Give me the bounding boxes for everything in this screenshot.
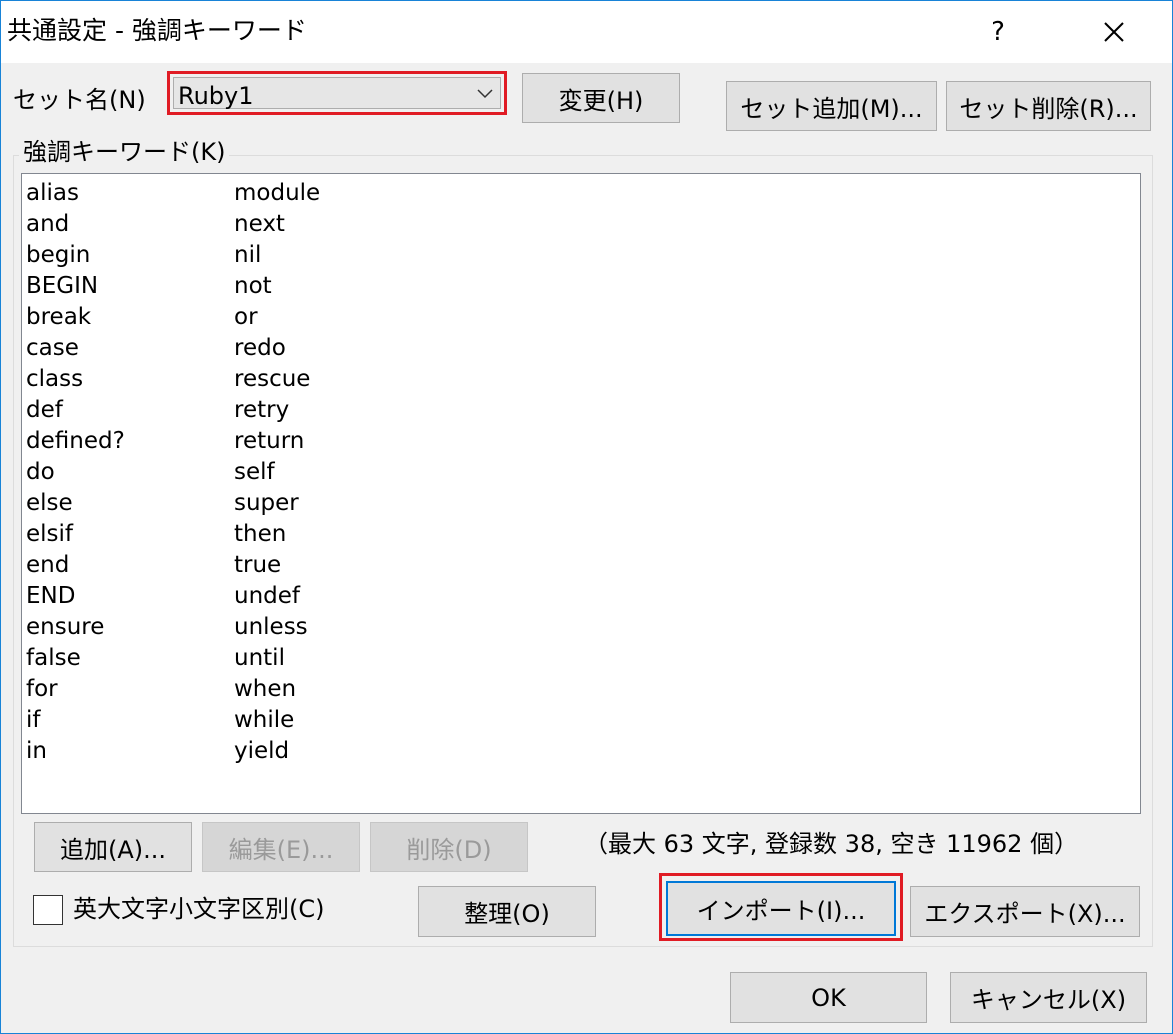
keyword-item[interactable]: true <box>234 550 320 581</box>
delete-keyword-button[interactable]: 削除(D) <box>370 822 528 872</box>
delete-set-button[interactable]: セット削除(R)... <box>946 81 1151 131</box>
keyword-group-label: 強調キーワード(K) <box>19 136 230 168</box>
keyword-item[interactable]: unless <box>234 612 320 643</box>
keyword-column-1: alias and begin BEGIN break case class def defin… <box>26 178 125 767</box>
keyword-item[interactable]: for <box>26 674 125 705</box>
keyword-item[interactable]: then <box>234 519 320 550</box>
case-sensitive-label[interactable]: 英大文字小文字区別(C) <box>73 894 324 924</box>
window-title: 共通設定 - 強調キーワード <box>7 16 307 45</box>
import-button[interactable]: インポート(I)... <box>666 881 896 936</box>
keyword-item[interactable]: yield <box>234 736 320 767</box>
ok-button[interactable]: OK <box>730 972 927 1023</box>
title-bar: 共通設定 - 強調キーワード ? <box>1 1 1172 63</box>
set-name-label: セット名(N) <box>13 86 146 114</box>
close-button[interactable] <box>1079 1 1149 63</box>
cancel-button[interactable]: キャンセル(X) <box>950 972 1147 1023</box>
help-button[interactable]: ? <box>963 1 1033 63</box>
keyword-item[interactable]: ensure <box>26 612 125 643</box>
keyword-stats: （最大 63 文字, 登録数 38, 空き 11962 個） <box>584 830 1079 858</box>
keyword-item[interactable]: end <box>26 550 125 581</box>
export-button[interactable]: エクスポート(X)... <box>910 886 1140 937</box>
keyword-item[interactable]: in <box>26 736 125 767</box>
keyword-item[interactable]: self <box>234 457 320 488</box>
keyword-item[interactable]: defined? <box>26 426 125 457</box>
keyword-item[interactable]: undef <box>234 581 320 612</box>
keyword-item[interactable]: elsif <box>26 519 125 550</box>
keyword-item[interactable]: false <box>26 643 125 674</box>
keyword-item[interactable]: until <box>234 643 320 674</box>
keyword-item[interactable]: rescue <box>234 364 320 395</box>
add-set-button[interactable]: セット追加(M)... <box>726 81 937 131</box>
keyword-list[interactable]: alias and begin BEGIN break case class def defin… <box>21 173 1141 814</box>
set-name-value: Ruby1 <box>178 82 254 110</box>
edit-keyword-button[interactable]: 編集(E)... <box>202 822 360 872</box>
keyword-item[interactable]: else <box>26 488 125 519</box>
keyword-item[interactable]: if <box>26 705 125 736</box>
change-button[interactable]: 変更(H) <box>522 73 680 123</box>
keyword-item[interactable]: super <box>234 488 320 519</box>
keyword-column-2: module next nil not or redo rescue retry return s… <box>234 178 320 767</box>
set-name-dropdown[interactable]: Ruby1 <box>167 71 507 115</box>
keyword-item[interactable]: while <box>234 705 320 736</box>
keyword-item[interactable]: and <box>26 209 125 240</box>
keyword-item[interactable]: do <box>26 457 125 488</box>
keyword-item[interactable]: def <box>26 395 125 426</box>
close-icon <box>1104 22 1124 42</box>
keyword-item[interactable]: when <box>234 674 320 705</box>
keyword-item[interactable]: break <box>26 302 125 333</box>
keyword-item[interactable]: END <box>26 581 125 612</box>
keyword-item[interactable]: next <box>234 209 320 240</box>
keyword-item[interactable]: class <box>26 364 125 395</box>
case-sensitive-checkbox[interactable] <box>33 895 63 925</box>
keyword-item[interactable]: or <box>234 302 320 333</box>
keyword-item[interactable]: module <box>234 178 320 209</box>
keyword-item[interactable]: nil <box>234 240 320 271</box>
keyword-item[interactable]: retry <box>234 395 320 426</box>
keyword-item[interactable]: begin <box>26 240 125 271</box>
keyword-item[interactable]: alias <box>26 178 125 209</box>
keyword-item[interactable]: return <box>234 426 320 457</box>
add-keyword-button[interactable]: 追加(A)... <box>34 822 192 872</box>
keyword-item[interactable]: BEGIN <box>26 271 125 302</box>
chevron-down-icon <box>477 89 493 99</box>
organize-button[interactable]: 整理(O) <box>418 886 596 937</box>
keyword-item[interactable]: case <box>26 333 125 364</box>
keyword-item[interactable]: redo <box>234 333 320 364</box>
keyword-item[interactable]: not <box>234 271 320 302</box>
keyword-settings-dialog: 共通設定 - 強調キーワード ? セット名(N) Ruby1 変更(H) セット… <box>0 0 1173 1034</box>
